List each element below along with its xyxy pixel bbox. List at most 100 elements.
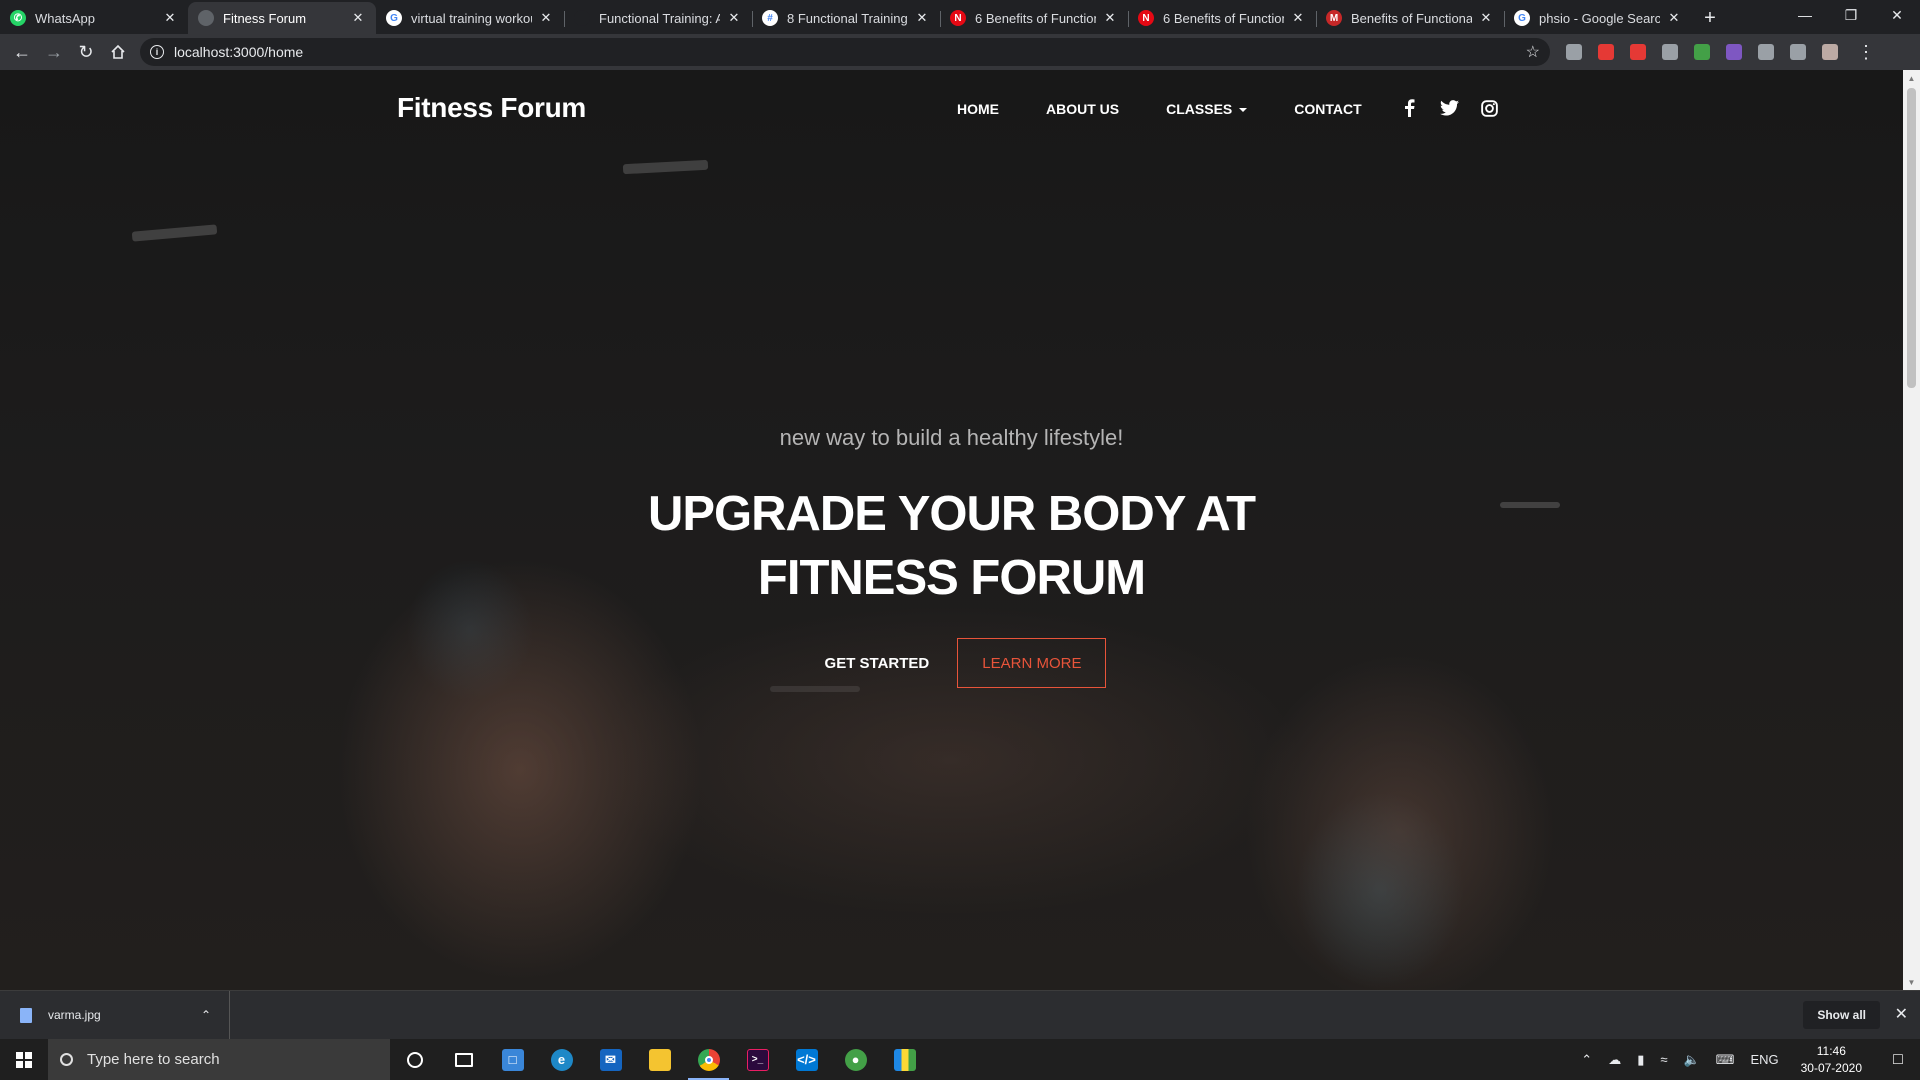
notification-icon[interactable]: □ — [1876, 1039, 1920, 1080]
hero-tagline: new way to build a healthy lifestyle! — [779, 425, 1124, 450]
chevron-up-icon[interactable]: ⌃ — [201, 1008, 211, 1022]
bookmark-star-icon[interactable]: ☆ — [1526, 42, 1540, 62]
hero-section: new way to build a healthy lifestyle! UP… — [0, 70, 1903, 990]
tab-favicon-icon — [574, 10, 590, 26]
chevron-up-icon[interactable]: ⌃ — [1581, 1052, 1592, 1068]
system-tray: ⌃ ☁ ▮ ≈ 🔈 ⌨ ENG 11:46 30-07-2020 □ — [1573, 1039, 1920, 1080]
extension-glyph — [1694, 44, 1710, 60]
browser-tab[interactable]: M Benefits of Functional T ✕ — [1316, 2, 1504, 34]
scrollbar-thumb[interactable] — [1907, 88, 1916, 388]
extension-glyph — [1758, 44, 1774, 60]
new-tab-button[interactable]: + — [1696, 4, 1724, 32]
language-indicator[interactable]: ENG — [1750, 1052, 1778, 1067]
taskbar-search-placeholder: Type here to search — [87, 1051, 220, 1068]
cortana-icon[interactable] — [390, 1039, 439, 1080]
clock[interactable]: 11:46 30-07-2020 — [1801, 1043, 1862, 1077]
globe-app-icon[interactable]: ● — [831, 1039, 880, 1080]
notes-app-icon[interactable] — [880, 1039, 929, 1080]
extension-icon[interactable] — [1750, 36, 1782, 68]
page-scrollbar[interactable]: ▲ ▼ — [1903, 70, 1920, 990]
tab-close-icon[interactable]: ✕ — [350, 10, 366, 26]
task-view-icon[interactable] — [439, 1039, 488, 1080]
search-icon — [60, 1053, 73, 1066]
back-icon[interactable]: ← — [6, 36, 38, 68]
store-app-icon[interactable]: □ — [488, 1039, 537, 1080]
start-button[interactable] — [0, 1039, 48, 1080]
close-shelf-icon[interactable]: ✕ — [1895, 1004, 1908, 1024]
volume-icon[interactable]: 🔈 — [1683, 1052, 1699, 1068]
tab-favicon-icon — [198, 10, 214, 26]
windows-logo-icon — [16, 1051, 32, 1068]
extension-glyph — [1630, 44, 1646, 60]
tab-close-icon[interactable]: ✕ — [726, 10, 742, 26]
show-all-button[interactable]: Show all — [1803, 1001, 1880, 1029]
browser-tab[interactable]: Fitness Forum ✕ — [188, 2, 376, 34]
windows-taskbar: Type here to search □ e ✉ >_ </> ● ⌃ ☁ ▮… — [0, 1039, 1920, 1080]
tab-close-icon[interactable]: ✕ — [1478, 10, 1494, 26]
extension-icon[interactable] — [1686, 36, 1718, 68]
browser-tab[interactable]: #8 Functional Training Be ✕ — [752, 2, 940, 34]
onedrive-icon[interactable]: ☁ — [1608, 1052, 1621, 1068]
home-icon[interactable] — [102, 36, 134, 68]
extension-icon[interactable] — [1782, 36, 1814, 68]
tab-close-icon[interactable]: ✕ — [1102, 10, 1118, 26]
tab-title: virtual training workout — [411, 10, 532, 26]
keyboard-icon[interactable]: ⌨ — [1716, 1052, 1735, 1068]
url-text[interactable]: localhost:3000/home — [174, 44, 1526, 60]
tab-favicon-icon: ✆ — [10, 10, 26, 26]
browser-tab[interactable]: ✆ WhatsApp ✕ — [0, 2, 188, 34]
tab-close-icon[interactable]: ✕ — [538, 10, 554, 26]
browser-tab[interactable]: Gphsio - Google Search ✕ — [1504, 2, 1692, 34]
extension-icon[interactable] — [1622, 36, 1654, 68]
edge-app-icon[interactable]: e — [537, 1039, 586, 1080]
site-info-icon[interactable]: i — [150, 45, 164, 59]
menu-dots-icon[interactable]: ⋮ — [1850, 36, 1882, 68]
extension-icon[interactable] — [1590, 36, 1622, 68]
tab-close-icon[interactable]: ✕ — [1290, 10, 1306, 26]
mail-app-icon[interactable]: ✉ — [586, 1039, 635, 1080]
headline-line-2: FITNESS FORUM — [757, 551, 1146, 605]
wifi-icon[interactable]: ≈ — [1660, 1052, 1667, 1067]
extension-icon[interactable] — [1558, 36, 1590, 68]
tab-title: WhatsApp — [35, 10, 95, 26]
scroll-down-icon[interactable]: ▼ — [1903, 974, 1920, 990]
extension-icon[interactable] — [1718, 36, 1750, 68]
address-bar[interactable]: i localhost:3000/home ☆ — [140, 38, 1550, 66]
forward-icon[interactable]: → — [38, 36, 70, 68]
learn-more-button[interactable]: LEARN MORE — [957, 638, 1107, 688]
image-file-icon — [20, 1007, 32, 1023]
tab-title: 6 Benefits of Functional — [975, 10, 1096, 26]
browser-tab[interactable]: N 6 Benefits of Functional ✕ — [940, 2, 1128, 34]
reload-icon[interactable]: ↻ — [70, 36, 102, 68]
tab-close-icon[interactable]: ✕ — [914, 10, 930, 26]
tab-title: 8 Functional Training Be — [787, 10, 908, 26]
minimize-icon[interactable]: — — [1782, 0, 1828, 30]
tab-favicon-icon: N — [1138, 10, 1154, 26]
download-file-name[interactable]: varma.jpg — [48, 1008, 201, 1022]
file-explorer-icon[interactable] — [635, 1039, 684, 1080]
download-item[interactable]: varma.jpg ⌃ — [0, 990, 230, 1040]
browser-tab[interactable]: Gvirtual training workout ✕ — [376, 2, 564, 34]
extension-glyph — [1662, 44, 1678, 60]
tab-close-icon[interactable]: ✕ — [1666, 10, 1682, 26]
restore-icon[interactable]: ❐ — [1828, 0, 1874, 30]
battery-icon[interactable]: ▮ — [1637, 1052, 1644, 1068]
close-window-icon[interactable]: ✕ — [1874, 0, 1920, 30]
tab-title: Benefits of Functional T — [1351, 10, 1472, 26]
tab-favicon-icon: G — [1514, 10, 1530, 26]
tab-title: 6 Benefits of Functional — [1163, 10, 1284, 26]
extension-icon[interactable] — [1654, 36, 1686, 68]
tab-favicon-icon: # — [762, 10, 778, 26]
tab-favicon-icon: M — [1326, 10, 1342, 26]
taskbar-search[interactable]: Type here to search — [48, 1039, 390, 1080]
vscode-app-icon[interactable]: </> — [782, 1039, 831, 1080]
get-started-button[interactable]: GET STARTED — [797, 638, 958, 688]
scroll-up-icon[interactable]: ▲ — [1903, 70, 1920, 86]
browser-tab[interactable]: N 6 Benefits of Functional ✕ — [1128, 2, 1316, 34]
tab-title: phsio - Google Search — [1539, 10, 1660, 26]
extension-icon[interactable] — [1814, 36, 1846, 68]
browser-tab[interactable]: Functional Training: A D ✕ — [564, 2, 752, 34]
tab-close-icon[interactable]: ✕ — [162, 10, 178, 26]
chrome-app-icon[interactable] — [684, 1039, 733, 1080]
terminal-app-icon[interactable]: >_ — [733, 1039, 782, 1080]
